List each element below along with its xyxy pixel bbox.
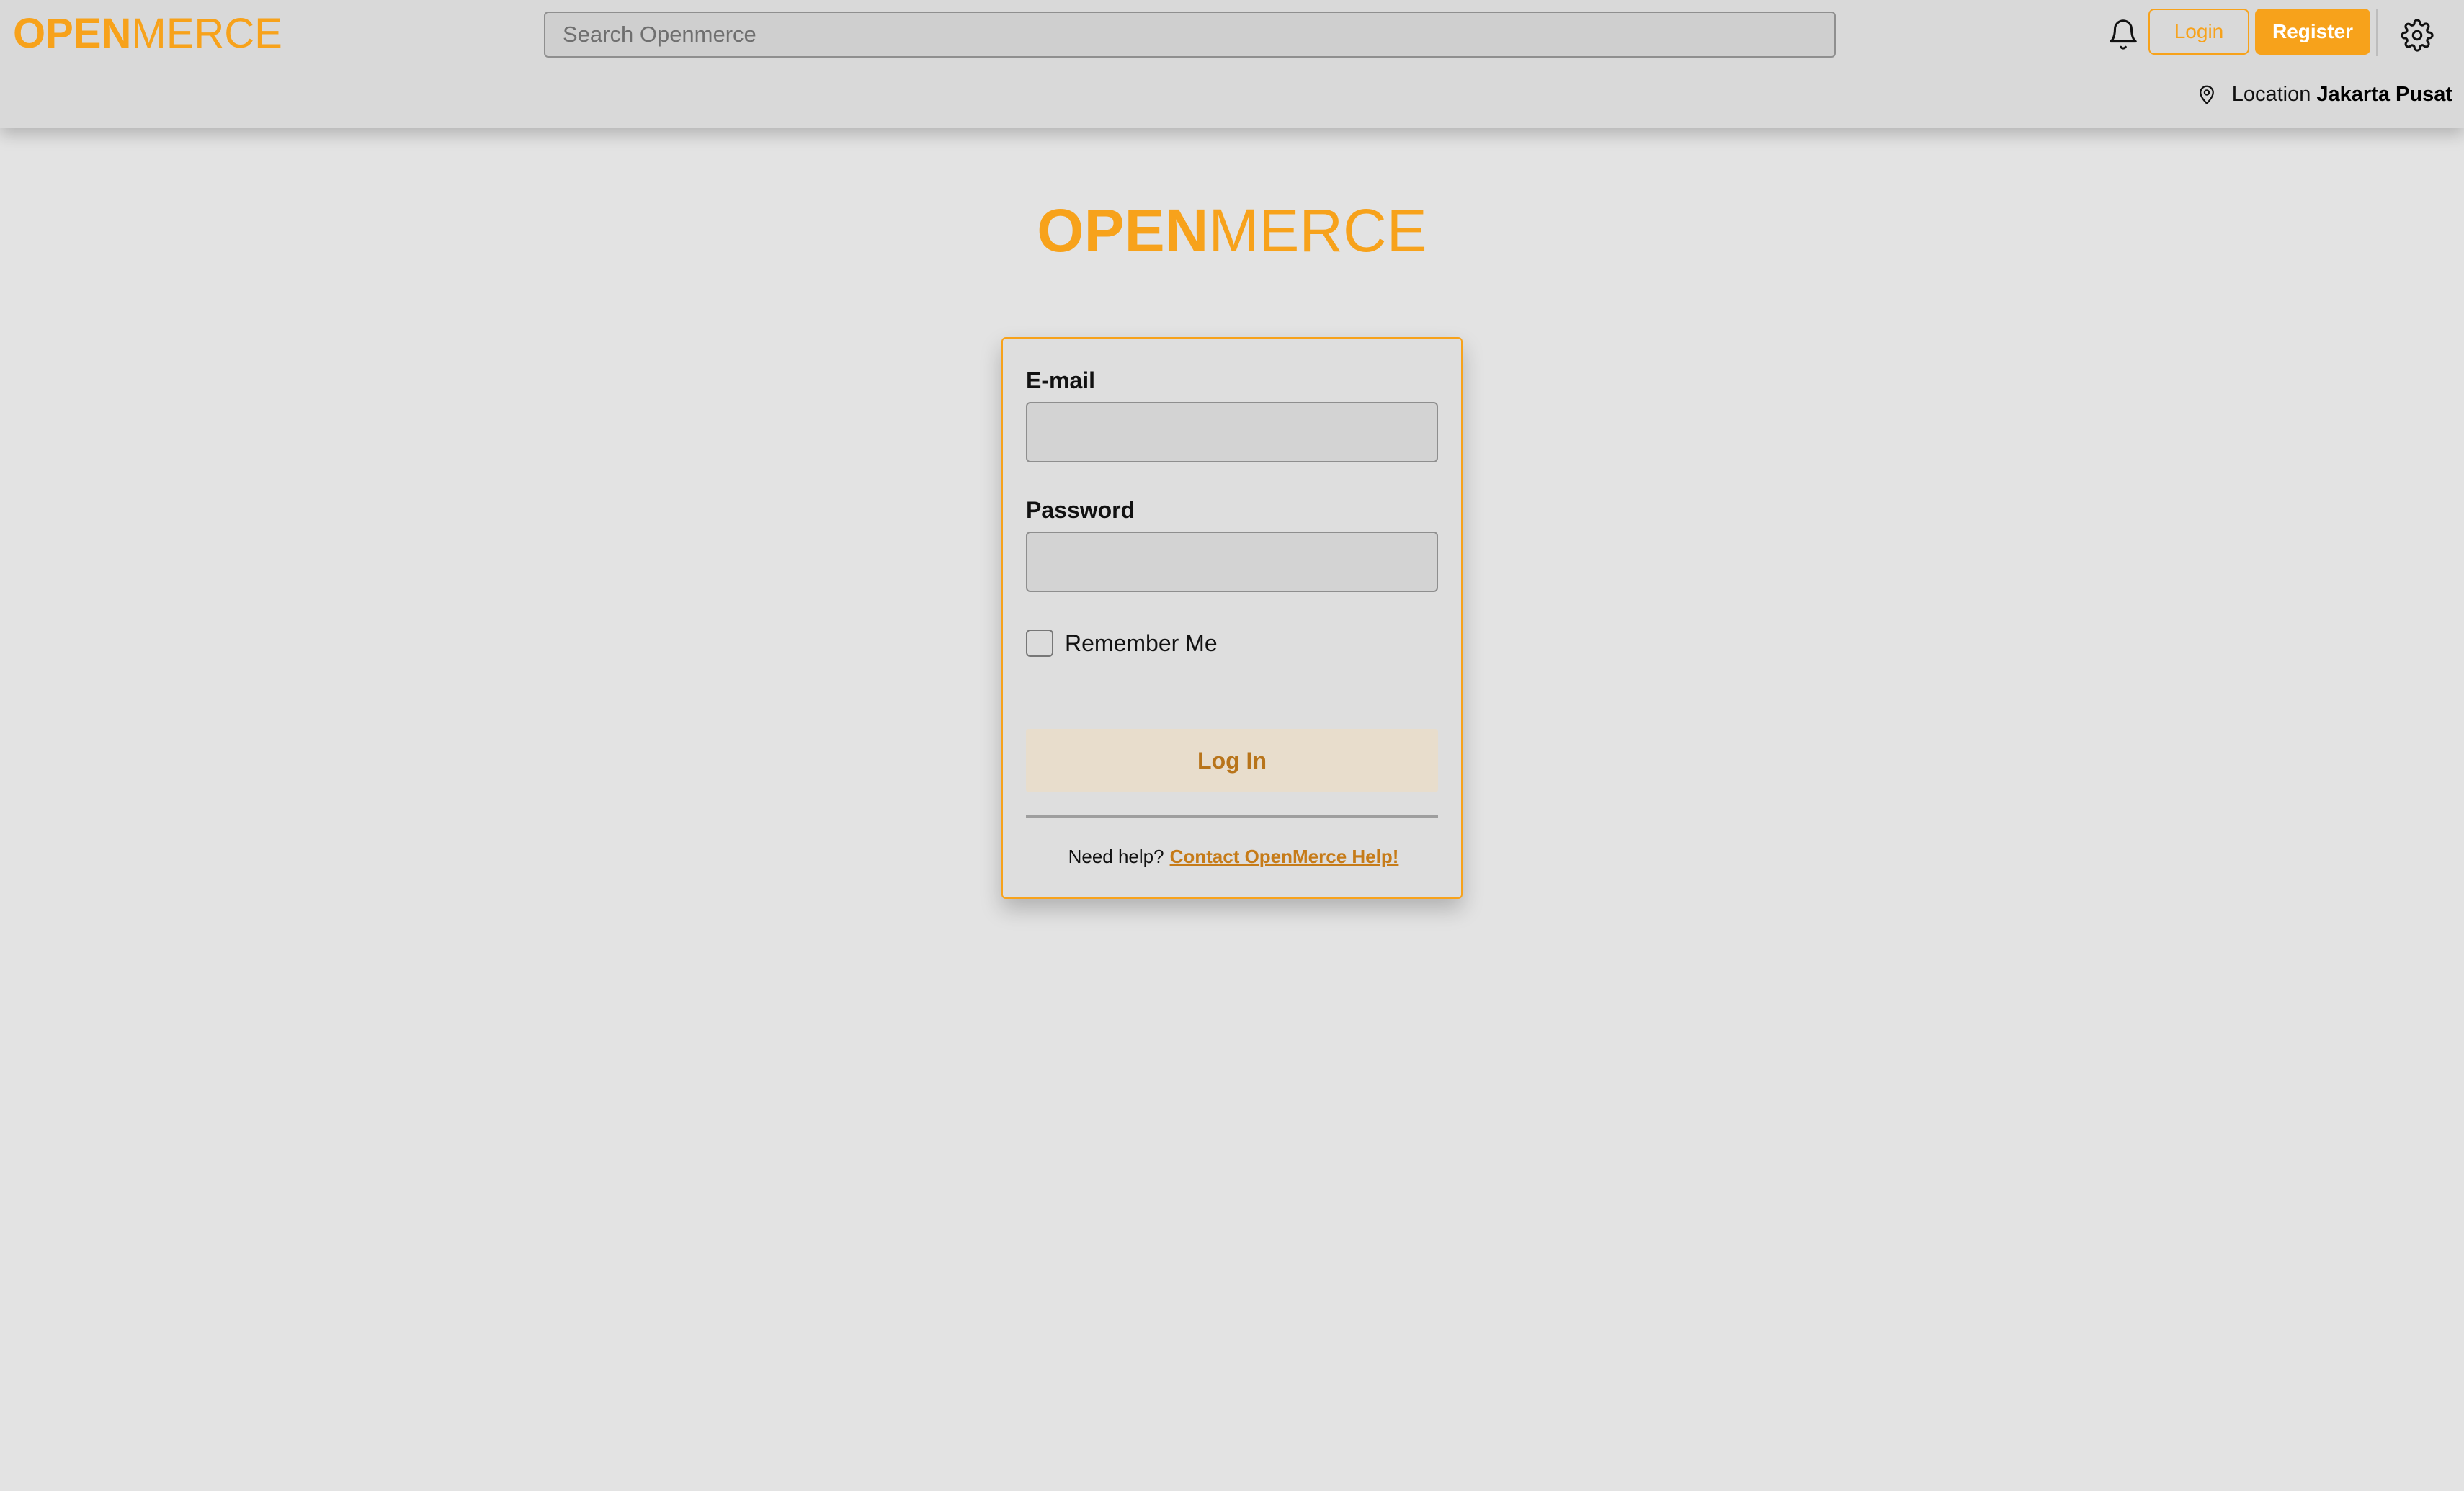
gear-icon[interactable] (2401, 19, 2434, 52)
login-card: E-mail Password Remember Me Log In Need … (1001, 337, 1463, 899)
brand-logo-bold: OPEN (13, 10, 132, 57)
password-label: Password (1026, 497, 1135, 523)
help-text: Need help? (1068, 846, 1164, 867)
location-selector[interactable]: Location Jakarta Pusat (2196, 82, 2452, 107)
bell-icon[interactable] (2107, 17, 2140, 52)
log-in-button[interactable]: Log In (1026, 729, 1438, 792)
brand-logo[interactable]: OPENMERCE (13, 9, 282, 59)
remember-me-label[interactable]: Remember Me (1065, 630, 1218, 657)
help-row: Need help? Contact OpenMerce Help! (1003, 846, 1464, 868)
brand-logo-light: MERCE (131, 10, 282, 57)
email-field[interactable] (1026, 402, 1438, 462)
location-pin-icon (2199, 85, 2214, 104)
main-brand-logo: OPENMERCE (0, 194, 2464, 267)
header-divider (2376, 9, 2378, 56)
search-input[interactable] (544, 12, 1836, 58)
card-divider (1026, 815, 1438, 818)
main-brand-bold: OPEN (1037, 197, 1209, 264)
email-label: E-mail (1026, 367, 1096, 393)
remember-me-checkbox[interactable] (1026, 630, 1053, 657)
location-label: Location (2231, 82, 2311, 106)
top-navbar: OPENMERCE Login Register Location Jakart… (0, 0, 2464, 128)
register-button[interactable]: Register (2255, 9, 2370, 55)
contact-help-link[interactable]: Contact OpenMerce Help! (1170, 846, 1399, 867)
remember-me-row[interactable]: Remember Me (1026, 630, 1218, 657)
password-field[interactable] (1026, 532, 1438, 592)
login-button[interactable]: Login (2148, 9, 2249, 55)
main-brand-light: MERCE (1208, 197, 1427, 264)
location-city: Jakarta Pusat (2316, 82, 2452, 106)
